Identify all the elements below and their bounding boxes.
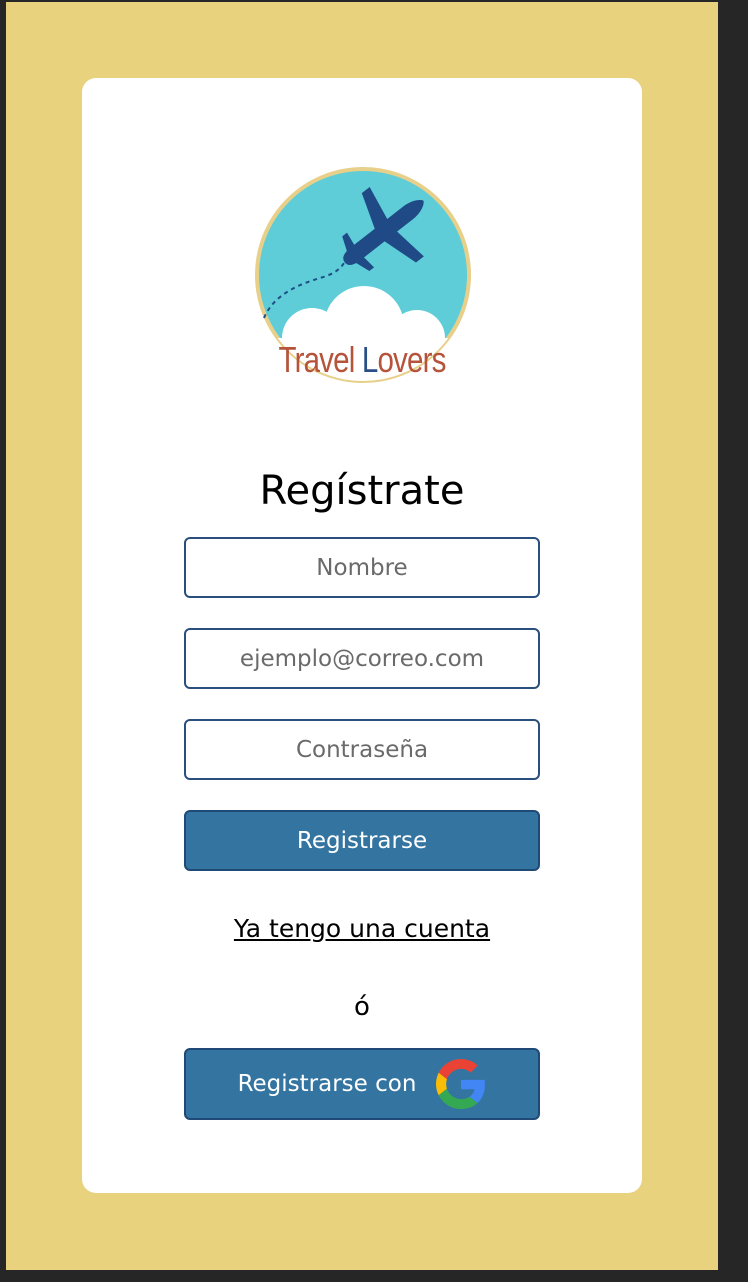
register-button[interactable]: Registrarse xyxy=(184,810,540,871)
brand-name: Travel Lovers xyxy=(132,340,591,380)
brand-name-part-1: Travel xyxy=(278,339,362,380)
or-separator: ó xyxy=(354,992,370,1022)
name-field[interactable] xyxy=(184,537,540,598)
brand-name-part-2: L xyxy=(361,339,378,380)
password-field[interactable] xyxy=(184,719,540,780)
email-field[interactable] xyxy=(184,628,540,689)
have-account-link[interactable]: Ya tengo una cuenta xyxy=(82,914,642,943)
signup-card: Travel Lovers Regístrate Registrarse Ya … xyxy=(82,78,642,1193)
google-icon xyxy=(436,1059,486,1109)
page-title: Regístrate xyxy=(259,468,465,514)
register-with-google-button[interactable]: Registrarse con xyxy=(184,1048,540,1120)
brand-name-part-3: overs xyxy=(377,339,446,380)
google-button-label: Registrarse con xyxy=(237,1071,417,1097)
